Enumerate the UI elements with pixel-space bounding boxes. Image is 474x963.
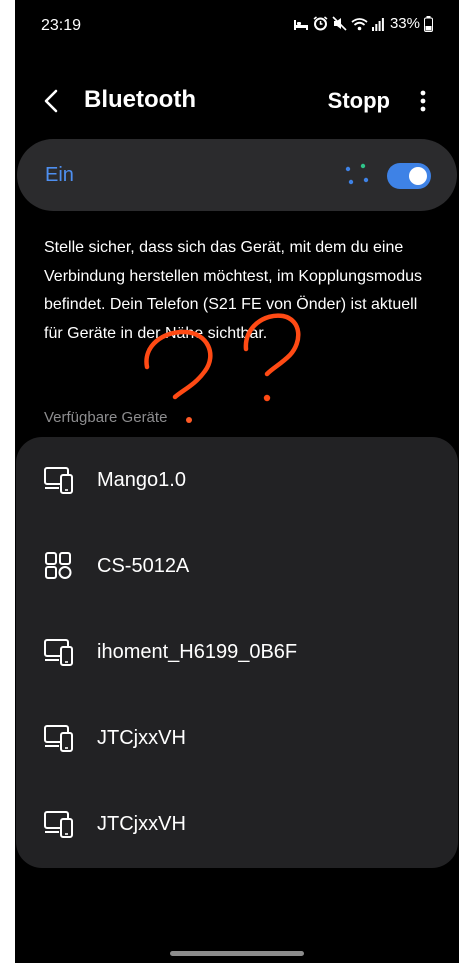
battery-percent: 33%	[389, 15, 420, 32]
page-title: Bluetooth	[84, 86, 196, 113]
bed-icon	[293, 19, 308, 30]
back-arrow-icon	[44, 89, 58, 113]
device-name: ihoment_H6199_0B6F	[97, 641, 298, 663]
device-name: Mango1.0	[97, 469, 186, 491]
toggle-label: Ein	[45, 164, 74, 186]
list-item[interactable]: Mango1.0	[16, 437, 458, 523]
switch-knob	[409, 167, 427, 185]
battery-icon	[424, 15, 433, 32]
phone-screen: 23:19 33% Bluetooth Stopp Ein Stelle sic…	[15, 0, 459, 963]
scanning-indicator-icon	[345, 163, 369, 185]
mute-icon	[332, 16, 347, 31]
devices-icon	[44, 639, 73, 666]
devices-icon	[44, 725, 73, 752]
list-item[interactable]: JTCjxxVH	[16, 781, 458, 867]
device-name: JTCjxxVH	[97, 727, 186, 749]
bluetooth-switch[interactable]	[387, 163, 431, 189]
available-devices-title: Verfügbare Geräte	[44, 409, 168, 426]
more-options-button[interactable]	[413, 87, 433, 115]
devices-icon	[44, 467, 73, 494]
status-time: 23:19	[41, 17, 82, 34]
list-item[interactable]: CS-5012A	[16, 523, 458, 609]
device-name: CS-5012A	[97, 555, 190, 577]
back-button[interactable]	[39, 86, 67, 116]
status-icons: 33%	[293, 15, 433, 32]
more-vertical-icon	[420, 90, 426, 112]
status-bar: 23:19 33%	[15, 0, 459, 50]
home-indicator[interactable]	[170, 951, 304, 956]
list-item[interactable]: JTCjxxVH	[16, 695, 458, 781]
scanning-dot	[186, 417, 192, 423]
devices-icon	[44, 811, 73, 838]
alarm-icon	[313, 16, 328, 31]
signal-icon	[371, 17, 384, 31]
app-bar: Bluetooth Stopp	[15, 72, 459, 130]
wifi-icon	[351, 17, 368, 30]
device-grid-icon	[45, 552, 72, 579]
list-item[interactable]: ihoment_H6199_0B6F	[16, 609, 458, 695]
stop-button[interactable]: Stopp	[328, 88, 390, 114]
device-name: JTCjxxVH	[97, 813, 186, 835]
pairing-info-text: Stelle sicher, dass sich das Gerät, mit …	[44, 239, 422, 342]
device-list: Mango1.0 CS-5012A ihoment_H6199_0B6F JTC…	[16, 437, 458, 868]
